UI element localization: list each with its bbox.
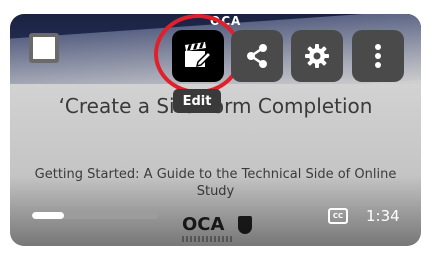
share-button[interactable] <box>231 30 283 82</box>
closed-captions-button[interactable]: CC <box>328 208 348 224</box>
progress-bar[interactable] <box>32 212 158 219</box>
video-player[interactable]: OCA ‘Create a Site Form Completion Getti… <box>10 14 421 246</box>
closed-captions-icon: CC <box>332 212 344 220</box>
share-icon <box>247 44 267 68</box>
settings-button[interactable] <box>291 30 343 82</box>
select-checkbox[interactable] <box>29 33 59 63</box>
duration-label: 1:34 <box>366 207 400 225</box>
more-options-button[interactable] <box>352 30 404 82</box>
progress-fill <box>32 212 64 219</box>
highlight-ring <box>154 14 242 94</box>
edit-tooltip: Edit <box>173 89 221 113</box>
more-vertical-icon <box>375 44 381 68</box>
controls-gradient <box>10 176 421 246</box>
gear-icon <box>305 44 329 68</box>
